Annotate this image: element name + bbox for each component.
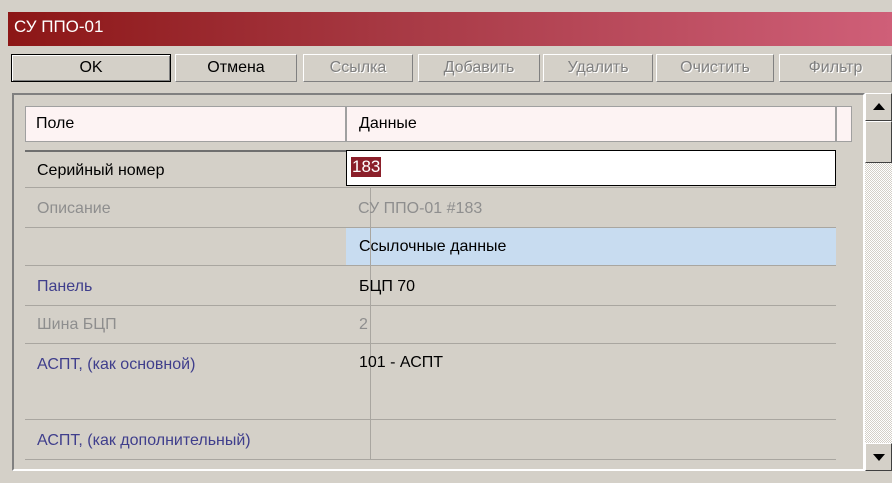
section-title: Ссылочные данные	[359, 238, 507, 255]
serial-number-input[interactable]: 183	[346, 150, 836, 186]
scroll-thumb[interactable]	[865, 121, 892, 163]
section-row: Ссылочные данные	[25, 228, 836, 266]
clear-button[interactable]: Очистить	[656, 54, 774, 82]
table-row[interactable]: АСПТ, (как основной) 101 - АСПТ	[25, 344, 836, 420]
column-divider	[370, 306, 371, 344]
arrow-down-icon	[873, 454, 885, 461]
toolbar: OK Отмена Ссылка Добавить Удалить Очисти…	[8, 50, 892, 86]
link-button[interactable]: Ссылка	[303, 54, 413, 82]
ok-button[interactable]: OK	[11, 54, 171, 82]
table-row[interactable]: Описание СУ ППО-01 #183	[25, 188, 836, 228]
column-header-data[interactable]: Данные	[346, 106, 836, 142]
serial-number-selected-text: 183	[351, 157, 382, 177]
row-label: АСПТ, (как дополнительный)	[37, 432, 251, 449]
scroll-down-button[interactable]	[865, 443, 892, 471]
table-row[interactable]: АСПТ, (как дополнительный)	[25, 420, 836, 460]
row-label: АСПТ, (как основной)	[37, 356, 196, 373]
window-titlebar[interactable]: СУ ППО-01	[8, 12, 892, 46]
row-value: СУ ППО-01 #183	[358, 200, 483, 217]
row-label: Серийный номер	[37, 162, 165, 179]
row-value: БЦП 70	[359, 278, 416, 295]
row-value: 101 - АСПТ	[359, 354, 444, 371]
column-header-field[interactable]: Поле	[25, 106, 346, 142]
scroll-up-button[interactable]	[865, 93, 892, 121]
cancel-button[interactable]: Отмена	[175, 54, 297, 82]
row-label: Панель	[37, 278, 93, 295]
column-header-filler	[836, 106, 852, 142]
filter-button[interactable]: Фильтр	[779, 54, 892, 82]
table-row[interactable]: Панель БЦП 70	[25, 266, 836, 306]
column-divider	[370, 420, 371, 460]
column-header-field-label: Поле	[36, 115, 75, 132]
vertical-scrollbar[interactable]	[865, 93, 892, 471]
row-value: 2	[359, 316, 368, 333]
row-label: Шина БЦП	[37, 316, 117, 333]
row-label: Описание	[37, 200, 111, 217]
delete-button[interactable]: Удалить	[543, 54, 653, 82]
add-button[interactable]: Добавить	[418, 54, 540, 82]
table-row[interactable]: Шина БЦП 2	[25, 306, 836, 344]
column-header-data-label: Данные	[359, 115, 417, 132]
arrow-up-icon	[873, 103, 885, 110]
window-title: СУ ППО-01	[14, 17, 104, 36]
